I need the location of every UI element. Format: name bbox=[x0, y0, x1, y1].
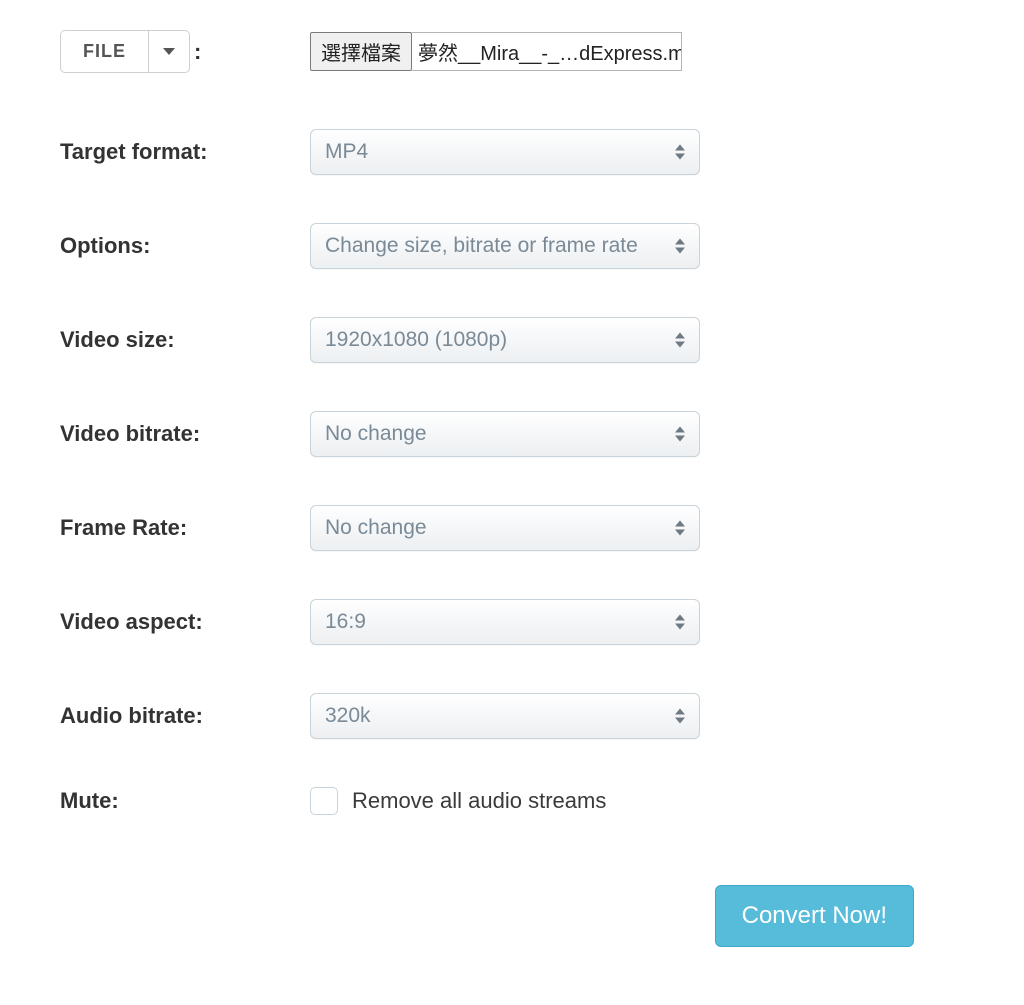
select-value-options: Change size, bitrate or frame rate bbox=[325, 234, 638, 258]
row-target-format: Target format: MP4 bbox=[60, 129, 974, 175]
caret-down-icon bbox=[163, 48, 175, 55]
select-stepper-icon bbox=[675, 427, 685, 442]
file-chooser: 選擇檔案 夢然__Mira__-_…dExpress.mp4 bbox=[310, 32, 682, 71]
select-stepper-icon bbox=[675, 145, 685, 160]
convert-button[interactable]: Convert Now! bbox=[715, 885, 914, 947]
label-audio-bitrate: Audio bitrate: bbox=[60, 703, 310, 729]
label-video-aspect: Video aspect: bbox=[60, 609, 310, 635]
file-source-dropdown-toggle[interactable] bbox=[148, 30, 190, 73]
select-value-video-size: 1920x1080 (1080p) bbox=[325, 328, 507, 352]
file-colon: : bbox=[194, 39, 201, 65]
select-stepper-icon bbox=[675, 333, 685, 348]
select-value-frame-rate: No change bbox=[325, 516, 427, 540]
label-video-bitrate: Video bitrate: bbox=[60, 421, 310, 447]
row-audio-bitrate: Audio bitrate: 320k bbox=[60, 693, 974, 739]
chosen-filename: 夢然__Mira__-_…dExpress.mp4 bbox=[412, 32, 682, 71]
select-video-aspect[interactable]: 16:9 bbox=[310, 599, 700, 645]
file-source-controls: FILE : bbox=[60, 30, 310, 73]
row-frame-rate: Frame Rate: No change bbox=[60, 505, 974, 551]
mute-checkbox-label: Remove all audio streams bbox=[352, 788, 606, 814]
select-stepper-icon bbox=[675, 521, 685, 536]
select-stepper-icon bbox=[675, 709, 685, 724]
select-value-video-aspect: 16:9 bbox=[325, 610, 366, 634]
select-value-audio-bitrate: 320k bbox=[325, 704, 371, 728]
row-options: Options: Change size, bitrate or frame r… bbox=[60, 223, 974, 269]
row-video-aspect: Video aspect: 16:9 bbox=[60, 599, 974, 645]
row-mute: Mute: Remove all audio streams bbox=[60, 787, 974, 815]
select-options[interactable]: Change size, bitrate or frame rate bbox=[310, 223, 700, 269]
select-value-video-bitrate: No change bbox=[325, 422, 427, 446]
select-stepper-icon bbox=[675, 239, 685, 254]
select-stepper-icon bbox=[675, 615, 685, 630]
select-value-target-format: MP4 bbox=[325, 140, 368, 164]
label-target-format: Target format: bbox=[60, 139, 310, 165]
row-file: FILE : 選擇檔案 夢然__Mira__-_…dExpress.mp4 bbox=[60, 30, 974, 73]
file-source-button-group: FILE bbox=[60, 30, 190, 73]
select-frame-rate[interactable]: No change bbox=[310, 505, 700, 551]
file-source-button[interactable]: FILE bbox=[60, 30, 148, 73]
file-chooser-field: 選擇檔案 夢然__Mira__-_…dExpress.mp4 bbox=[310, 32, 700, 71]
select-audio-bitrate[interactable]: 320k bbox=[310, 693, 700, 739]
label-video-size: Video size: bbox=[60, 327, 310, 353]
select-target-format[interactable]: MP4 bbox=[310, 129, 700, 175]
row-video-bitrate: Video bitrate: No change bbox=[60, 411, 974, 457]
label-options: Options: bbox=[60, 233, 310, 259]
mute-checkbox[interactable] bbox=[310, 787, 338, 815]
label-mute: Mute: bbox=[60, 788, 310, 814]
conversion-form: FILE : 選擇檔案 夢然__Mira__-_…dExpress.mp4 Ta… bbox=[0, 0, 1024, 967]
mute-checkbox-wrap: Remove all audio streams bbox=[310, 787, 700, 815]
choose-file-button[interactable]: 選擇檔案 bbox=[310, 32, 412, 71]
label-frame-rate: Frame Rate: bbox=[60, 515, 310, 541]
actions-bar: Convert Now! bbox=[60, 885, 974, 947]
row-video-size: Video size: 1920x1080 (1080p) bbox=[60, 317, 974, 363]
select-video-bitrate[interactable]: No change bbox=[310, 411, 700, 457]
select-video-size[interactable]: 1920x1080 (1080p) bbox=[310, 317, 700, 363]
